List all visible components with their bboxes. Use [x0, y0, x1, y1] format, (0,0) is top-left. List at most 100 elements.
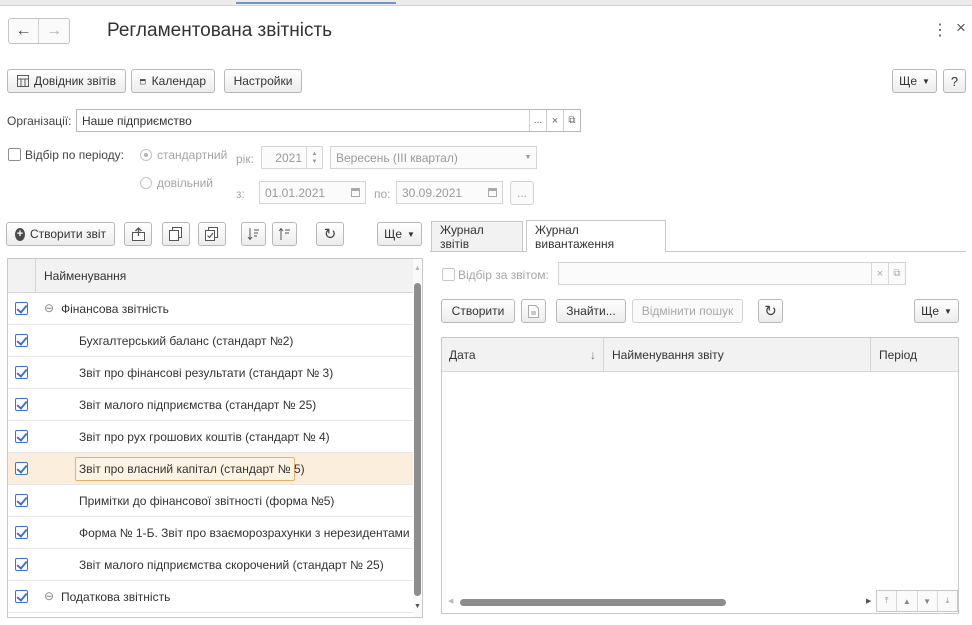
tree-group-row[interactable]: ⊖ Податкова звітність [8, 581, 413, 613]
prev-page-icon[interactable]: ▲ [897, 591, 918, 611]
row-checkbox[interactable] [15, 494, 28, 507]
column-date[interactable]: Дата ↓ [442, 338, 604, 371]
create-report-button[interactable]: + Створити звіт [6, 222, 115, 246]
chevron-down-icon[interactable]: ▼ [520, 154, 536, 161]
forward-icon[interactable]: → [39, 19, 69, 43]
left-more-button[interactable]: Ще ▼ [377, 222, 422, 246]
scroll-thumb[interactable] [414, 283, 421, 596]
sort-descending-button[interactable] [241, 222, 266, 246]
journal-filter-field[interactable]: × ⧉ [558, 262, 906, 285]
copy-all-button[interactable] [198, 222, 226, 246]
sort-descending-icon [247, 228, 259, 241]
journal-refresh-button[interactable]: ↻ [758, 299, 783, 323]
journal-find-button[interactable]: Знайти... [556, 299, 626, 323]
report-label: Звіт малого підприємства скорочений (ста… [79, 558, 384, 572]
organization-field[interactable]: Наше підприємство ... × ⧉ [76, 109, 581, 132]
next-page-icon[interactable]: ▼ [918, 591, 938, 611]
tab-reports-journal[interactable]: Журнал звітів [431, 221, 523, 251]
year-field[interactable]: 2021 ▲ ▼ [261, 146, 323, 169]
quarter-select[interactable]: Вересень (III квартал) ▼ [330, 146, 537, 169]
row-checkbox[interactable] [15, 302, 28, 315]
refresh-icon: ↻ [764, 303, 777, 320]
calendar-button[interactable]: Календар [131, 69, 215, 93]
report-label: Бухгалтерський баланс (стандарт №2) [79, 334, 294, 348]
table-row[interactable]: Звіт про фінансові результати (стандарт … [8, 357, 413, 389]
last-page-icon[interactable]: ⤓ [938, 591, 957, 611]
row-checkbox[interactable] [15, 526, 28, 539]
row-checkbox[interactable] [15, 558, 28, 571]
from-date-field[interactable]: 01.01.2021 [259, 181, 366, 204]
quarter-value: Вересень (III квартал) [336, 150, 458, 165]
table-row[interactable]: Звіт малого підприємства скорочений (ста… [8, 549, 413, 581]
scroll-up-icon[interactable]: ▲ [414, 265, 421, 272]
table-row[interactable]: Звіт про власний капітал (стандарт № 5) [8, 453, 413, 485]
table-row[interactable]: Бухгалтерський баланс (стандарт №2) [8, 325, 413, 357]
organization-open-icon[interactable]: ⧉ [563, 110, 580, 131]
row-checkbox[interactable] [15, 590, 28, 603]
journal-document-button[interactable] [521, 299, 546, 323]
more-button[interactable]: Ще ▼ [892, 69, 937, 93]
scroll-down-icon[interactable]: ▼ [414, 603, 421, 610]
settings-button[interactable]: Настройки [224, 69, 302, 93]
tree-header-divider [35, 259, 36, 293]
organization-value: Наше підприємство [82, 113, 192, 128]
tab-export-journal[interactable]: Журнал вивантаження [526, 220, 666, 252]
hscroll-thumb[interactable] [460, 599, 726, 606]
row-checkbox[interactable] [15, 430, 28, 443]
tree-group-row[interactable]: ⊖ Фінансова звітність [8, 293, 413, 325]
journal-create-button[interactable]: Створити [441, 299, 515, 323]
row-checkbox[interactable] [15, 462, 28, 475]
period-select-button[interactable]: ... [510, 181, 534, 205]
journal-more-button[interactable]: Ще ▼ [914, 299, 959, 323]
row-checkbox[interactable] [15, 398, 28, 411]
table-row[interactable]: Примітки до фінансової звітності (форма … [8, 485, 413, 517]
reports-reference-button[interactable]: Довідник звітів [7, 69, 126, 93]
close-icon[interactable]: × [956, 18, 966, 38]
row-checkbox[interactable] [15, 334, 28, 347]
to-label: по: [374, 187, 391, 201]
year-stepper-icon[interactable]: ▲ ▼ [306, 147, 322, 168]
journal-table-header: Дата ↓ Найменування звіту Період [442, 338, 958, 372]
collapse-icon[interactable]: ⊖ [44, 589, 54, 603]
copy-button[interactable] [162, 222, 190, 246]
more-icon[interactable]: ⋮ [932, 20, 948, 40]
calendar-icon [140, 78, 146, 84]
period-filter-checkbox[interactable] [8, 148, 21, 161]
report-label: Примітки до фінансової звітності (форма … [79, 494, 335, 508]
back-icon[interactable]: ← [9, 19, 39, 43]
scroll-right-icon[interactable]: ▶ [866, 597, 871, 605]
journal-filter-open-icon[interactable]: ⧉ [888, 263, 905, 284]
table-row[interactable]: Звіт про рух грошових коштів (стандарт №… [8, 421, 413, 453]
column-period[interactable]: Період [872, 338, 958, 371]
send-report-button[interactable] [124, 222, 152, 246]
standard-period-radio[interactable] [140, 149, 152, 161]
document-icon [528, 304, 539, 318]
sort-ascending-icon [278, 227, 290, 240]
column-report-name[interactable]: Найменування звіту [605, 338, 871, 371]
top-strip-tab-accent [236, 0, 396, 4]
journal-filter-checkbox[interactable] [442, 268, 455, 281]
report-label: Звіт про рух грошових коштів (стандарт №… [79, 430, 330, 444]
table-row[interactable]: Звіт малого підприємства (стандарт № 25) [8, 389, 413, 421]
journal-filter-clear-icon[interactable]: × [871, 263, 888, 284]
standard-period-label: стандартний [157, 148, 228, 162]
refresh-button[interactable]: ↻ [316, 222, 344, 246]
to-date-field[interactable]: 30.09.2021 [396, 181, 503, 204]
tree-column-header[interactable]: Найменування [44, 269, 126, 283]
custom-period-label: довільний [157, 176, 214, 190]
calendar-icon[interactable] [345, 188, 365, 197]
sort-ascending-button[interactable] [272, 222, 297, 246]
row-checkbox[interactable] [15, 366, 28, 379]
help-button[interactable]: ? [943, 69, 966, 93]
tree-scrollbar[interactable]: ▲ ▼ [413, 259, 422, 617]
calendar-icon[interactable] [482, 188, 502, 197]
scroll-left-icon[interactable]: ◀ [448, 597, 453, 605]
custom-period-radio[interactable] [140, 177, 152, 189]
organization-clear-icon[interactable]: × [546, 110, 563, 131]
table-row[interactable]: Форма № 1-Б. Звіт про взаєморозрахунки з… [8, 517, 413, 549]
organization-select-icon[interactable]: ... [529, 110, 546, 131]
first-page-icon[interactable]: ⤒ [877, 591, 898, 611]
journal-hscrollbar[interactable]: ◀ ▶ [442, 594, 872, 612]
journal-cancel-search-button[interactable]: Відмінити пошук [632, 299, 743, 323]
collapse-icon[interactable]: ⊖ [44, 301, 54, 315]
